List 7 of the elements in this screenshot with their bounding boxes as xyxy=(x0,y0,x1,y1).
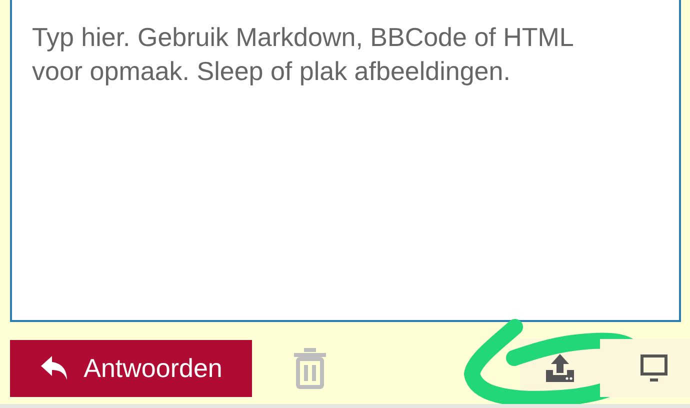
trash-icon xyxy=(292,347,328,389)
reply-icon xyxy=(40,355,70,381)
preview-button[interactable] xyxy=(600,339,690,397)
message-field[interactable]: Typ hier. Gebruik Markdown, BBCode of HTML voor opmaak. Sleep of plak afbeeldingen. xyxy=(10,0,681,322)
monitor-icon xyxy=(640,353,668,383)
reply-button[interactable]: Antwoorden xyxy=(10,340,252,396)
upload-icon xyxy=(545,353,575,383)
